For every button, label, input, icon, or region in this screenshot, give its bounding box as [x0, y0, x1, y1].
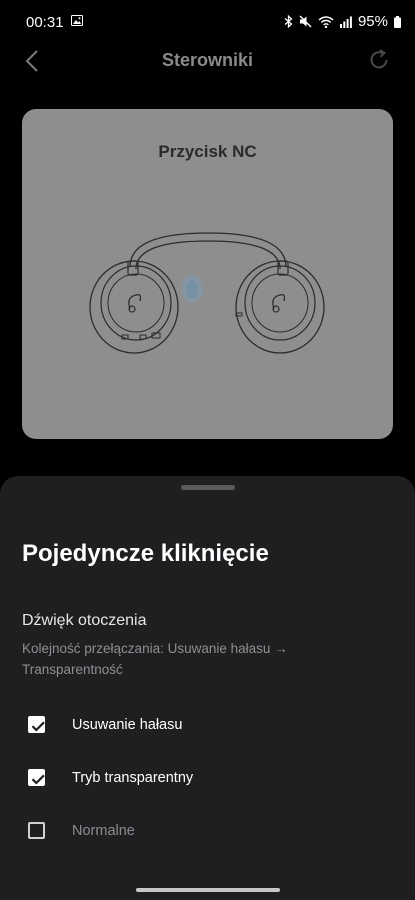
- sheet-drag-handle[interactable]: [181, 485, 235, 490]
- option-label: Tryb transparentny: [72, 770, 194, 786]
- bluetooth-icon: [284, 15, 293, 28]
- option-normal: Normalne: [28, 817, 388, 847]
- status-time: 00:31: [26, 14, 64, 31]
- preview-title: Przycisk NC: [158, 142, 257, 161]
- option-transparency[interactable]: Tryb transparentny: [28, 764, 388, 794]
- controls-preview-card: Przycisk NC: [22, 109, 393, 439]
- option-label: Usuwanie hałasu: [72, 717, 183, 733]
- option-label: Normalne: [72, 823, 135, 839]
- headphones-illustration: [89, 232, 325, 354]
- checkbox-checked[interactable]: [28, 716, 45, 733]
- status-bar: 00:31 95%: [0, 0, 415, 44]
- section-description: Kolejność przełączania: Usuwanie hałasu …: [22, 641, 288, 677]
- wifi-icon: [318, 15, 334, 28]
- check-icon: [31, 721, 45, 732]
- check-icon: [31, 774, 45, 785]
- refresh-icon[interactable]: [367, 48, 391, 72]
- section-title: Dźwięk otoczenia: [22, 612, 147, 629]
- status-icons: 95%: [284, 13, 401, 30]
- battery-percent: 95%: [357, 13, 388, 30]
- home-indicator[interactable]: [136, 888, 280, 892]
- signal-icon: [339, 16, 352, 28]
- mute-icon: [299, 15, 312, 28]
- option-noise-cancelling[interactable]: Usuwanie hałasu: [28, 711, 388, 741]
- battery-icon: [394, 15, 401, 28]
- checkbox-unchecked: [28, 822, 45, 839]
- gallery-icon: [71, 15, 83, 26]
- bottom-sheet: Pojedyncze kliknięcie Dźwięk otoczenia K…: [0, 476, 415, 900]
- checkbox-checked[interactable]: [28, 769, 45, 786]
- page-title: Sterowniki: [161, 50, 254, 70]
- sheet-title: Pojedyncze kliknięcie: [22, 540, 269, 567]
- app-header: Sterowniki: [0, 40, 415, 82]
